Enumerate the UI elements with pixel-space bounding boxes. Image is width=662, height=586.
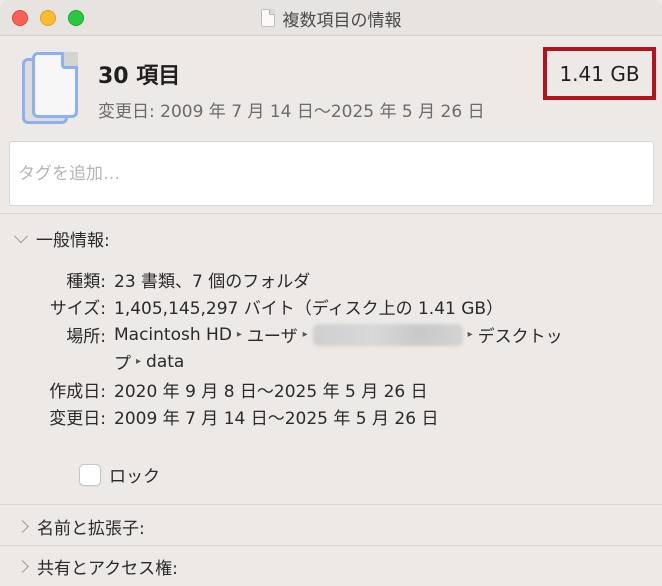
lock-checkbox[interactable] (79, 463, 101, 486)
size-value: 1,405,145,297 バイト（ディスク上の 1.41 GB） (114, 299, 504, 319)
total-size: 1.41 GB (559, 61, 640, 86)
location-label: 場所: (66, 327, 106, 347)
redacted-username (312, 323, 463, 346)
location-row: 場所: Macintosh HD ▸ ユーザ ▸ ▸ デスクトッ (0, 322, 662, 348)
location-path-continued: プ ▸ data (114, 349, 185, 375)
created-value: 2020 年 9 月 8 日〜2025 年 5 月 26 日 (114, 382, 428, 402)
title-bar[interactable]: 複数項目の情報 (0, 0, 662, 36)
location-path: Macintosh HD ▸ ユーザ ▸ ▸ デスクトッ (114, 322, 563, 347)
modified-label: 変更日: (49, 409, 106, 429)
document-icon (260, 9, 275, 27)
lock-label: ロック (109, 467, 160, 487)
name-extension-section-header[interactable]: 名前と拡張子: (16, 514, 145, 539)
multiple-documents-icon (22, 52, 82, 128)
path-desktop-end: プ (114, 354, 131, 374)
name-extension-label: 名前と拡張子: (37, 519, 145, 539)
general-section-header[interactable]: 一般情報: (13, 226, 110, 251)
get-info-window: 複数項目の情報 30 項目 変更日: 2009 年 7 月 14 日〜2025 … (0, 0, 662, 586)
kind-row: 種類: 23 書類、7 個のフォルダ (0, 267, 662, 293)
path-volume: Macintosh HD (114, 324, 232, 345)
window-title: 複数項目の情報 (282, 10, 402, 31)
general-section-label: 一般情報: (36, 231, 110, 251)
document-front-icon (32, 52, 78, 118)
chevron-down-icon (13, 228, 29, 243)
path-desktop: デスクトッ (477, 327, 563, 347)
divider (0, 213, 662, 214)
path-separator-icon: ▸ (302, 329, 308, 340)
sharing-permissions-section-header[interactable]: 共有とアクセス権: (16, 554, 178, 579)
total-size-highlight: 1.41 GB (543, 47, 656, 100)
location-row-continued: プ ▸ data (0, 349, 662, 375)
divider (0, 545, 662, 546)
lock-option[interactable]: ロック (79, 462, 160, 487)
modified-date-range: 変更日: 2009 年 7 月 14 日〜2025 年 5 月 26 日 (98, 102, 485, 122)
tags-input[interactable] (9, 141, 654, 206)
path-users: ユーザ (246, 327, 298, 347)
chevron-right-icon (16, 560, 29, 573)
path-separator-icon: ▸ (467, 329, 473, 340)
item-count: 30 項目 (98, 64, 181, 89)
kind-value: 23 書類、7 個のフォルダ (114, 272, 311, 292)
path-separator-icon: ▸ (136, 356, 142, 367)
modified-value: 2009 年 7 月 14 日〜2025 年 5 月 26 日 (114, 409, 439, 429)
modified-row: 変更日: 2009 年 7 月 14 日〜2025 年 5 月 26 日 (0, 404, 662, 430)
size-row: サイズ: 1,405,145,297 バイト（ディスク上の 1.41 GB） (0, 294, 662, 320)
path-separator-icon: ▸ (236, 329, 242, 340)
sharing-permissions-label: 共有とアクセス権: (37, 559, 178, 579)
created-label: 作成日: (49, 382, 106, 402)
size-label: サイズ: (49, 299, 106, 319)
kind-label: 種類: (66, 272, 106, 292)
created-row: 作成日: 2020 年 9 月 8 日〜2025 年 5 月 26 日 (0, 377, 662, 403)
divider (0, 504, 662, 505)
path-folder: data (146, 351, 185, 372)
window-title-group: 複数項目の情報 (0, 0, 662, 36)
chevron-right-icon (16, 520, 29, 533)
